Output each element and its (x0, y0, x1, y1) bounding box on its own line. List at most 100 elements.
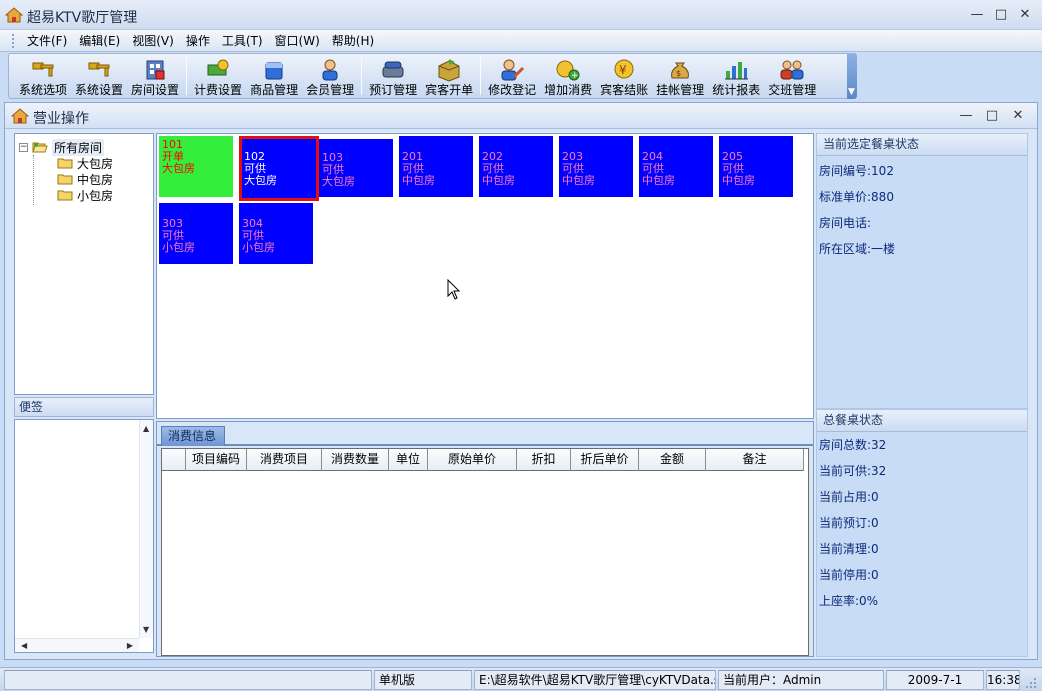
mouse-cursor-icon (447, 279, 461, 300)
room-tree: − 所有房间 大包房 中包房 小包房 (14, 133, 154, 395)
grid-header-cell[interactable]: 原始单价 (428, 449, 517, 471)
collapse-icon[interactable]: − (19, 142, 28, 152)
room-tile-103[interactable]: 103 可供 大包房 (319, 139, 393, 197)
modify-register-button[interactable]: 修改登记 (484, 54, 540, 98)
title-bar: 超易KTV歌厅管理 — □ ✕ (0, 0, 1042, 30)
member-icon (322, 59, 338, 81)
room-tile-202[interactable]: 202 可供 中包房 (479, 136, 553, 197)
grid-header-cell[interactable]: 消费数量 (322, 449, 389, 471)
minimize-button[interactable]: — (968, 6, 986, 24)
tree-item-large-room[interactable]: 大包房 (57, 155, 113, 171)
shift-manage-button[interactable]: 交班管理 (764, 54, 820, 98)
billing-settings-button[interactable]: 计费设置 (190, 54, 246, 98)
guest-open-button[interactable]: 宾客开单 (421, 54, 477, 98)
toolbar-overflow-button[interactable]: ▼ (847, 53, 857, 99)
info-standard-price: 标准单价:880 (819, 190, 894, 204)
system-settings-button[interactable]: 系统设置 (71, 54, 127, 98)
goods-icon (265, 62, 283, 80)
tree-item-all-rooms[interactable]: − 所有房间 (19, 138, 105, 156)
child-close-button[interactable]: ✕ (1009, 107, 1027, 125)
room-tile-201[interactable]: 201 可供 中包房 (399, 136, 473, 197)
tab-consume-info[interactable]: 消费信息 (161, 426, 225, 446)
menu-bar: 文件(F) 编辑(E) 视图(V) 操作 工具(T) 窗口(W) 帮助(H) (0, 30, 1042, 52)
credit-manage-button[interactable]: $ 挂帐管理 (652, 54, 708, 98)
chevron-down-icon: ▼ (848, 87, 855, 97)
room-tile-102[interactable]: 102 可供 大包房 (239, 136, 319, 201)
total-status-header: 总餐桌状态 (817, 410, 1027, 432)
add-consume-button[interactable]: + 增加消费 (540, 54, 596, 98)
shift-users-icon (780, 60, 804, 80)
note-panel[interactable]: ▲ ▼ ◀ ▶ (14, 419, 154, 653)
menu-operate[interactable]: 操作 (180, 31, 216, 51)
tree-item-medium-room[interactable]: 中包房 (57, 171, 113, 187)
scroll-left-icon[interactable]: ◀ (21, 641, 27, 650)
money-bag-icon: $ (671, 62, 690, 79)
scroll-right-icon[interactable]: ▶ (127, 641, 133, 650)
grid-header-cell[interactable]: 折后单价 (571, 449, 639, 471)
edit-user-icon (501, 59, 525, 81)
maximize-button[interactable]: □ (992, 6, 1010, 24)
room-tile-204[interactable]: 204 可供 中包房 (639, 136, 713, 197)
window-title: 超易KTV歌厅管理 (27, 10, 138, 26)
menu-tools[interactable]: 工具(T) (216, 31, 269, 51)
room-tile-304[interactable]: 304 可供 小包房 (239, 203, 313, 264)
selected-room-header: 当前选定餐桌状态 (817, 134, 1027, 156)
tree-label: 小包房 (77, 188, 114, 203)
app-house-icon (5, 7, 23, 23)
svg-text:¥: ¥ (619, 63, 627, 77)
status-bar: 单机版 E:\超易软件\超易KTV歌厅管理\cyKTVData.sys 当前用户… (0, 667, 1042, 691)
grid-header-cell[interactable]: 单位 (389, 449, 428, 471)
menu-help[interactable]: 帮助(H) (326, 31, 380, 51)
grid-header-cell[interactable]: 项目编码 (186, 449, 247, 471)
toolbar: 系统选项 系统设置 房间设置 计费设置 商品管理 会员管理 预订管理 宾客开单 … (8, 53, 856, 99)
resize-grip-icon[interactable] (1024, 676, 1038, 690)
menu-view[interactable]: 视图(V) (126, 31, 180, 51)
room-grid: 101 开单 大包房 102 可供 大包房 103 可供 大包房 201 可供 … (156, 133, 814, 419)
menu-file[interactable]: 文件(F) (21, 31, 73, 51)
info-total-rooms: 房间总数:32 (819, 438, 887, 452)
vertical-scrollbar[interactable]: ▲ ▼ (139, 420, 153, 638)
info-room-phone: 房间电话: (819, 216, 872, 230)
toolbar-separator (186, 57, 188, 95)
tree-label: 大包房 (77, 156, 114, 171)
horizontal-scrollbar[interactable]: ◀ ▶ (15, 638, 139, 652)
room-tile-205[interactable]: 205 可供 中包房 (719, 136, 793, 197)
folder-icon (57, 158, 73, 169)
money-icon (207, 59, 229, 76)
booking-manage-button[interactable]: 预订管理 (365, 54, 421, 98)
scroll-up-icon[interactable]: ▲ (143, 424, 149, 433)
tree-line (33, 155, 34, 205)
menu-edit[interactable]: 编辑(E) (73, 31, 126, 51)
room-tile-303[interactable]: 303 可供 小包房 (159, 203, 233, 264)
selected-room-panel: 当前选定餐桌状态 房间编号:102 标准单价:880 房间电话: 所在区域:一楼 (816, 133, 1028, 409)
child-title-bar: 营业操作 — □ ✕ (5, 103, 1037, 129)
goods-manage-button[interactable]: 商品管理 (246, 54, 302, 98)
room-settings-button[interactable]: 房间设置 (127, 54, 183, 98)
consume-grid[interactable]: 项目编码 消费项目 消费数量 单位 原始单价 折扣 折后单价 金额 备注 (161, 448, 809, 656)
grid-header-cell[interactable]: 消费项目 (247, 449, 322, 471)
add-consume-icon: + (556, 60, 580, 81)
business-operation-window: 营业操作 — □ ✕ − 所有房间 大包房 中包房 小包房 便签 ▲ ▼ ◀ ▶… (4, 102, 1038, 660)
info-cleaning: 当前清理:0 (819, 542, 879, 556)
member-manage-button[interactable]: 会员管理 (302, 54, 358, 98)
report-button[interactable]: 统计报表 (708, 54, 764, 98)
grid-header-cell[interactable]: 金额 (639, 449, 706, 471)
tree-label: 所有房间 (52, 138, 105, 156)
guest-checkout-button[interactable]: ¥ 宾客结账 (596, 54, 652, 98)
yen-coin-icon: ¥ (614, 59, 634, 79)
info-room-area: 所在区域:一楼 (819, 242, 896, 256)
child-minimize-button[interactable]: — (957, 107, 975, 125)
info-booked: 当前预订:0 (819, 516, 879, 530)
toolbar-separator (480, 57, 482, 95)
room-tile-101[interactable]: 101 开单 大包房 (159, 136, 233, 197)
tree-item-small-room[interactable]: 小包房 (57, 187, 113, 203)
grid-header-cell[interactable]: 备注 (706, 449, 804, 471)
room-tile-203[interactable]: 203 可供 中包房 (559, 136, 633, 197)
folder-icon (57, 190, 73, 201)
close-button[interactable]: ✕ (1016, 6, 1034, 24)
child-maximize-button[interactable]: □ (983, 107, 1001, 125)
system-options-button[interactable]: 系统选项 (15, 54, 71, 98)
scroll-down-icon[interactable]: ▼ (143, 625, 149, 634)
grid-header-cell[interactable]: 折扣 (517, 449, 571, 471)
menu-window[interactable]: 窗口(W) (269, 31, 326, 51)
